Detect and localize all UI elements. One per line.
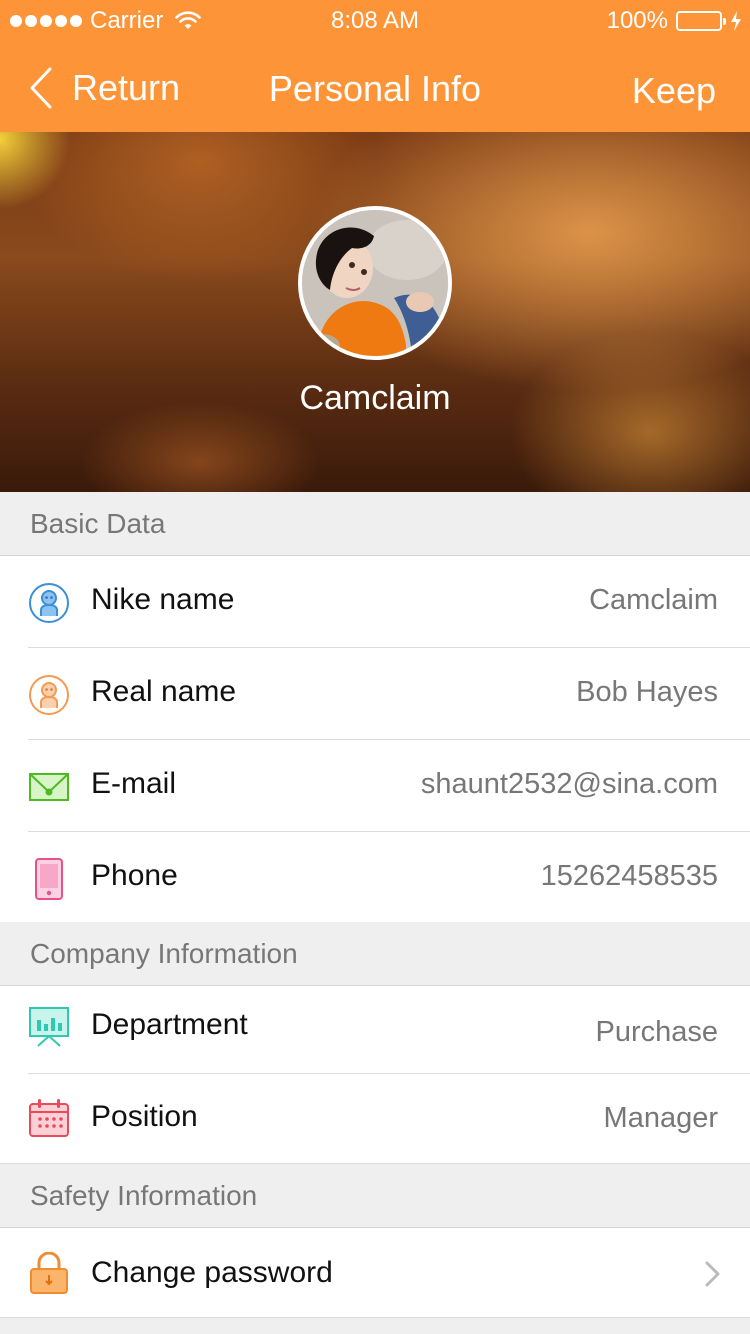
row-email[interactable]: E-mail shaunt2532@sina.com xyxy=(0,740,750,832)
divider xyxy=(0,1317,750,1318)
section-title: Company Information xyxy=(30,938,298,969)
row-label: Nike name xyxy=(91,583,235,616)
calendar-icon xyxy=(29,1099,69,1137)
mail-icon xyxy=(29,773,69,801)
row-label: Change password xyxy=(91,1256,333,1289)
charging-bolt-icon xyxy=(731,11,741,31)
profile-name: Camclaim xyxy=(299,379,451,417)
row-nickname[interactable]: Nike name Camclaim xyxy=(0,556,750,648)
keep-button[interactable]: Keep xyxy=(632,70,716,112)
row-value: Manager xyxy=(603,1102,718,1134)
row-change-password[interactable]: Change password xyxy=(0,1228,750,1318)
row-phone[interactable]: Phone 15262458535 xyxy=(0,832,750,924)
section-title: Basic Data xyxy=(30,508,166,539)
row-real-name[interactable]: Real name Bob Hayes xyxy=(0,648,750,740)
row-label: Phone xyxy=(91,859,178,892)
lock-icon xyxy=(30,1252,68,1294)
row-label: Real name xyxy=(91,675,237,708)
row-value: 15262458535 xyxy=(540,860,718,892)
battery-percent: 100% xyxy=(606,7,668,34)
phone-icon xyxy=(35,858,63,900)
row-label: Department xyxy=(91,1008,248,1041)
section-header-basic-data: Basic Data xyxy=(0,492,750,556)
top-bar: Carrier 8:08 AM 100% Return Personal Inf… xyxy=(0,0,750,132)
row-label: Position xyxy=(91,1100,198,1133)
row-value: Purchase xyxy=(595,1016,718,1048)
presentation-board-icon xyxy=(29,1007,69,1047)
battery-icon xyxy=(676,11,726,31)
row-department[interactable]: Department Purchase xyxy=(0,986,750,1074)
row-value: Bob Hayes xyxy=(576,676,718,708)
row-position[interactable]: Position Manager xyxy=(0,1074,750,1164)
profile-banner: Camclaim xyxy=(0,132,750,492)
nav-bar: Return Personal Info Keep xyxy=(0,40,750,132)
row-value: Camclaim xyxy=(589,584,718,616)
row-label: E-mail xyxy=(91,767,177,800)
row-value: shaunt2532@sina.com xyxy=(420,768,718,800)
status-right: 100% xyxy=(607,7,742,35)
section-title: Safety Information xyxy=(30,1180,258,1211)
section-header-company-information: Company Information xyxy=(0,922,750,986)
chevron-right-icon xyxy=(705,1261,720,1287)
avatar-photo xyxy=(302,210,448,356)
avatar[interactable] xyxy=(298,206,452,360)
person-icon-blue xyxy=(29,583,69,623)
section-header-safety-information: Safety Information xyxy=(0,1164,750,1228)
status-bar: Carrier 8:08 AM 100% xyxy=(0,0,750,40)
person-icon-orange xyxy=(29,675,69,715)
